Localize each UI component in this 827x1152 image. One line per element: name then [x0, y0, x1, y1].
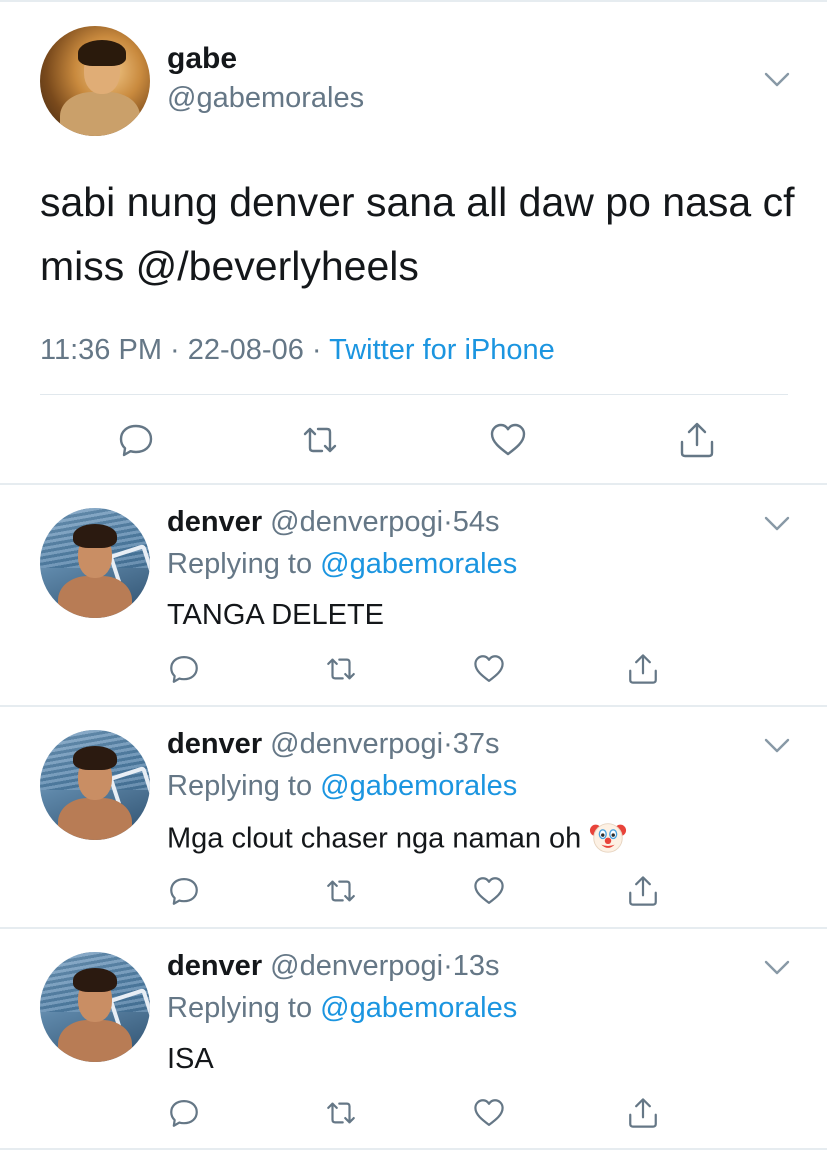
retweet-icon[interactable] — [324, 874, 358, 908]
reply-tweet[interactable]: denver @denverpogi·13s Replying to @gabe… — [0, 930, 827, 1150]
reply-header: denver @denverpogi·13s — [167, 950, 500, 983]
tweet-age: 54s — [452, 506, 500, 538]
heart-icon[interactable] — [472, 652, 506, 686]
divider — [0, 927, 827, 929]
chevron-down-icon[interactable] — [764, 72, 790, 88]
reply-tweet[interactable]: denver @denverpogi·37s Replying to @gabe… — [0, 708, 827, 928]
author-name[interactable]: denver — [167, 950, 262, 982]
reply-icon[interactable] — [116, 420, 156, 460]
author-handle[interactable]: @gabemorales — [167, 82, 364, 115]
clown-face-emoji-icon — [589, 818, 627, 856]
retweet-icon[interactable] — [324, 652, 358, 686]
main-tweet[interactable]: gabe @gabemorales sabi nung denver sana … — [0, 0, 827, 484]
tweet-meta: 11:36 PM · 22-08-06 · Twitter for iPhone — [40, 334, 555, 367]
separator-dot: · — [443, 950, 453, 982]
author-name[interactable]: gabe — [167, 42, 237, 76]
author-handle[interactable]: @denverpogi — [270, 728, 443, 760]
retweet-icon[interactable] — [324, 1096, 358, 1130]
reply-icon[interactable] — [167, 652, 201, 686]
separator-dot: · — [443, 728, 453, 760]
reply-header: denver @denverpogi·54s — [167, 506, 500, 539]
author-handle[interactable]: @denverpogi — [270, 506, 443, 538]
reply-icon[interactable] — [167, 874, 201, 908]
mention-link[interactable]: @gabemorales — [320, 770, 517, 802]
divider — [0, 483, 827, 485]
author-name[interactable]: denver — [167, 728, 262, 760]
reply-header: denver @denverpogi·37s — [167, 728, 500, 761]
chevron-down-icon[interactable] — [764, 738, 790, 754]
replying-to: Replying to @gabemorales — [167, 992, 517, 1025]
avatar[interactable] — [40, 730, 150, 840]
tweet-date: 22-08-06 — [187, 334, 304, 366]
share-icon[interactable] — [677, 420, 717, 460]
divider — [0, 1148, 827, 1150]
avatar[interactable] — [40, 508, 150, 618]
avatar[interactable] — [40, 26, 150, 136]
tweet-text: TANGA DELETE — [167, 599, 385, 631]
tweet-source-link[interactable]: Twitter for iPhone — [329, 334, 555, 366]
replying-label: Replying to — [167, 548, 321, 580]
avatar[interactable] — [40, 952, 150, 1062]
divider — [0, 705, 827, 707]
reply-tweet[interactable]: denver @denverpogi·54s Replying to @gabe… — [0, 486, 827, 706]
tweet-text: sabi nung denver sana all daw po nasa cf… — [40, 179, 795, 289]
tweet-text: Mga clout chaser nga naman oh — [167, 822, 582, 855]
mention-link[interactable]: @gabemorales — [320, 548, 517, 580]
chevron-down-icon[interactable] — [764, 960, 790, 976]
tweet-age: 37s — [452, 728, 500, 760]
tweet-text-row: Mga clout chaser nga naman oh — [167, 821, 627, 859]
meta-separator: · — [161, 334, 188, 366]
replying-to: Replying to @gabemorales — [167, 770, 517, 803]
share-icon[interactable] — [626, 874, 660, 908]
tweet-text: ISA — [167, 1043, 214, 1075]
heart-icon[interactable] — [488, 420, 528, 460]
reply-icon[interactable] — [167, 1096, 201, 1130]
divider — [40, 394, 788, 395]
share-icon[interactable] — [626, 652, 660, 686]
share-icon[interactable] — [626, 1096, 660, 1130]
replying-label: Replying to — [167, 770, 321, 802]
heart-icon[interactable] — [472, 874, 506, 908]
author-handle[interactable]: @denverpogi — [270, 950, 443, 982]
author-name[interactable]: denver — [167, 506, 262, 538]
meta-separator: · — [303, 334, 330, 366]
replying-label: Replying to — [167, 992, 321, 1024]
heart-icon[interactable] — [472, 1096, 506, 1130]
separator-dot: · — [443, 506, 453, 538]
tweet-time: 11:36 PM — [40, 334, 162, 366]
chevron-down-icon[interactable] — [764, 516, 790, 532]
mention-link[interactable]: @gabemorales — [320, 992, 517, 1024]
replying-to: Replying to @gabemorales — [167, 548, 517, 581]
retweet-icon[interactable] — [300, 420, 340, 460]
tweet-age: 13s — [452, 950, 500, 982]
